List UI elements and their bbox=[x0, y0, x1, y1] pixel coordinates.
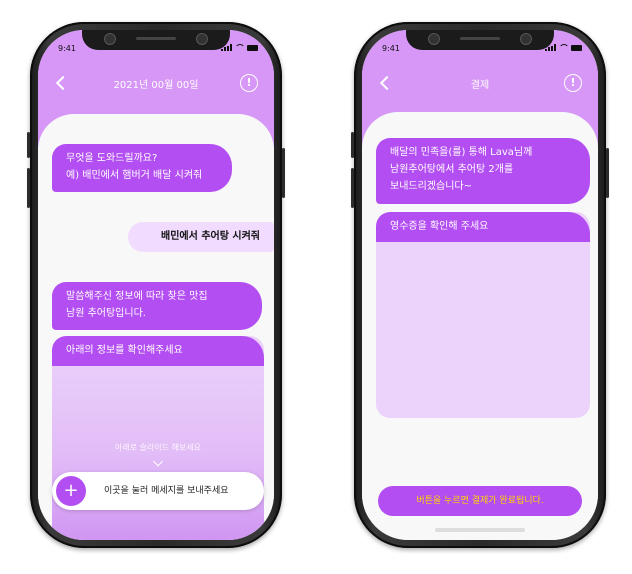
message-input[interactable]: 이곳을 눌러 메세지를 보내주세요 bbox=[104, 472, 229, 510]
message-line: 보내드리겠습니다~ bbox=[390, 181, 472, 192]
battery-icon bbox=[247, 44, 258, 51]
page-title: 결제 bbox=[470, 80, 490, 91]
battery-icon bbox=[571, 44, 582, 51]
side-button bbox=[606, 148, 609, 198]
wifi-icon bbox=[235, 44, 244, 51]
wifi-icon bbox=[559, 44, 568, 51]
plus-icon[interactable]: + bbox=[56, 476, 86, 506]
receipt-panel: 영수증을 확인해 주세요 bbox=[376, 212, 590, 418]
status-time: 9:41 bbox=[382, 44, 400, 53]
slide-hint: 아래로 슬라이드 해보세요 bbox=[114, 443, 202, 452]
message-line: 예) 배민에서 햄버거 배달 시켜줘 bbox=[66, 170, 203, 181]
payment-body: 배달의 민족을(를) 통해 Lava님께 남원추어탕에서 추어탕 2개를 보내드… bbox=[362, 112, 598, 540]
bot-message: 배달의 민족을(를) 통해 Lava님께 남원추어탕에서 추어탕 2개를 보내드… bbox=[376, 138, 590, 204]
side-button bbox=[351, 168, 354, 208]
page-title: 2021년 00월 00일 bbox=[113, 80, 199, 91]
info-circle-icon[interactable]: ! bbox=[564, 74, 582, 92]
status-icons bbox=[545, 44, 582, 51]
pay-button[interactable]: 버튼을 누르면 결제가 완료됩니다. bbox=[378, 486, 582, 516]
message-line: 말씀해주신 정보에 따라 찾은 맛집 bbox=[66, 291, 208, 302]
signal-icon bbox=[221, 44, 232, 51]
chevron-down-icon bbox=[153, 456, 163, 467]
message-line: 무엇을 도와드릴까요? bbox=[66, 153, 158, 164]
home-indicator bbox=[435, 528, 525, 532]
signal-icon bbox=[545, 44, 556, 51]
notch bbox=[406, 30, 554, 50]
side-button bbox=[351, 132, 354, 158]
user-message: 배민에서 추어탕 시켜줘 bbox=[128, 222, 274, 252]
panel-caption: 아래의 정보를 확인해주세요 bbox=[52, 336, 264, 366]
notch bbox=[82, 30, 230, 50]
message-line: 남원 추어탕입니다. bbox=[66, 308, 146, 319]
message-line: 남원추어탕에서 추어탕 2개를 bbox=[390, 164, 514, 175]
message-text: 배민에서 추어탕 시켜줘 bbox=[161, 231, 260, 242]
screen-payment: 9:41 결제 ! 배달의 민족을(를) 통해 Lava님께 남원추어탕에서 추… bbox=[362, 30, 598, 540]
info-circle-icon[interactable]: ! bbox=[240, 74, 258, 92]
message-line: 배달의 민족을(를) 통해 Lava님께 bbox=[390, 147, 533, 158]
panel-caption: 영수증을 확인해 주세요 bbox=[376, 212, 590, 242]
side-button bbox=[282, 148, 285, 198]
screen-chat: 9:41 2021년 00월 00일 ! 무엇을 도와드릴까요? 예) 배민에서… bbox=[38, 30, 274, 540]
phone-frame-right: 9:41 결제 ! 배달의 민족을(를) 통해 Lava님께 남원추어탕에서 추… bbox=[351, 22, 609, 548]
status-time: 9:41 bbox=[58, 44, 76, 53]
side-button bbox=[27, 132, 30, 158]
bot-message: 무엇을 도와드릴까요? 예) 배민에서 햄버거 배달 시켜줘 bbox=[52, 144, 232, 192]
phone-frame-left: 9:41 2021년 00월 00일 ! 무엇을 도와드릴까요? 예) 배민에서… bbox=[27, 22, 285, 548]
status-icons bbox=[221, 44, 258, 51]
bot-message: 말씀해주신 정보에 따라 찾은 맛집 남원 추어탕입니다. bbox=[52, 282, 262, 330]
message-input-bar[interactable]: + 이곳을 눌러 메세지를 보내주세요 bbox=[52, 472, 264, 510]
side-button bbox=[27, 168, 30, 208]
